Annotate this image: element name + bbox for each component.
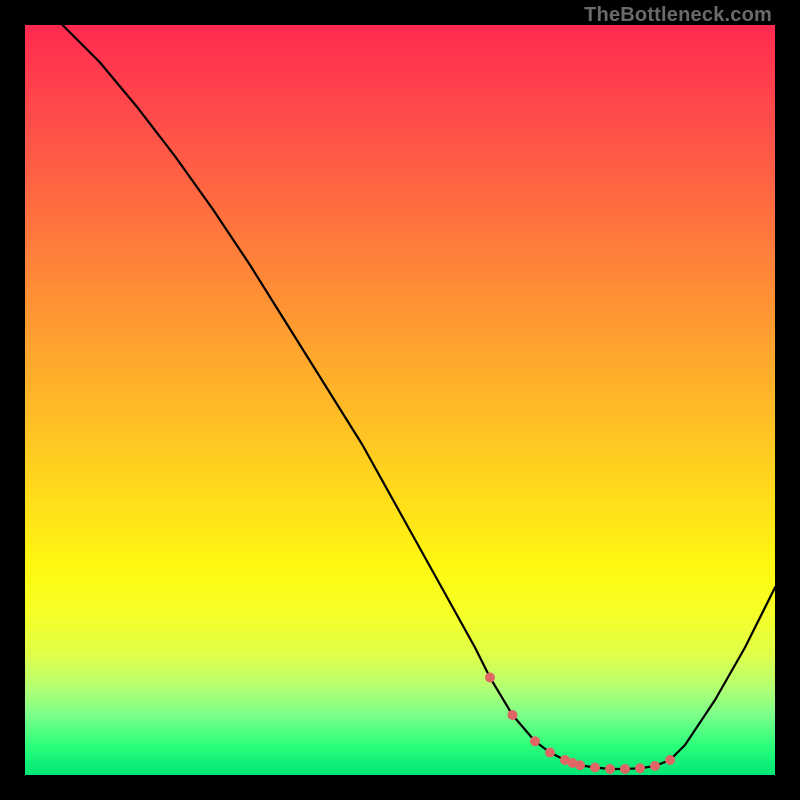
valley-marker	[545, 748, 555, 758]
curve-svg	[25, 25, 775, 775]
valley-marker	[605, 764, 615, 774]
valley-marker	[620, 764, 630, 774]
watermark-text: TheBottleneck.com	[584, 4, 772, 27]
valley-marker	[590, 763, 600, 773]
valley-marker	[575, 760, 585, 770]
valley-marker	[665, 755, 675, 765]
valley-markers	[485, 673, 675, 775]
valley-marker	[635, 763, 645, 773]
valley-marker	[508, 710, 518, 720]
valley-marker	[530, 736, 540, 746]
valley-marker	[485, 673, 495, 683]
bottleneck-curve	[63, 25, 776, 769]
chart-container: TheBottleneck.com	[0, 0, 800, 800]
valley-marker	[650, 761, 660, 771]
